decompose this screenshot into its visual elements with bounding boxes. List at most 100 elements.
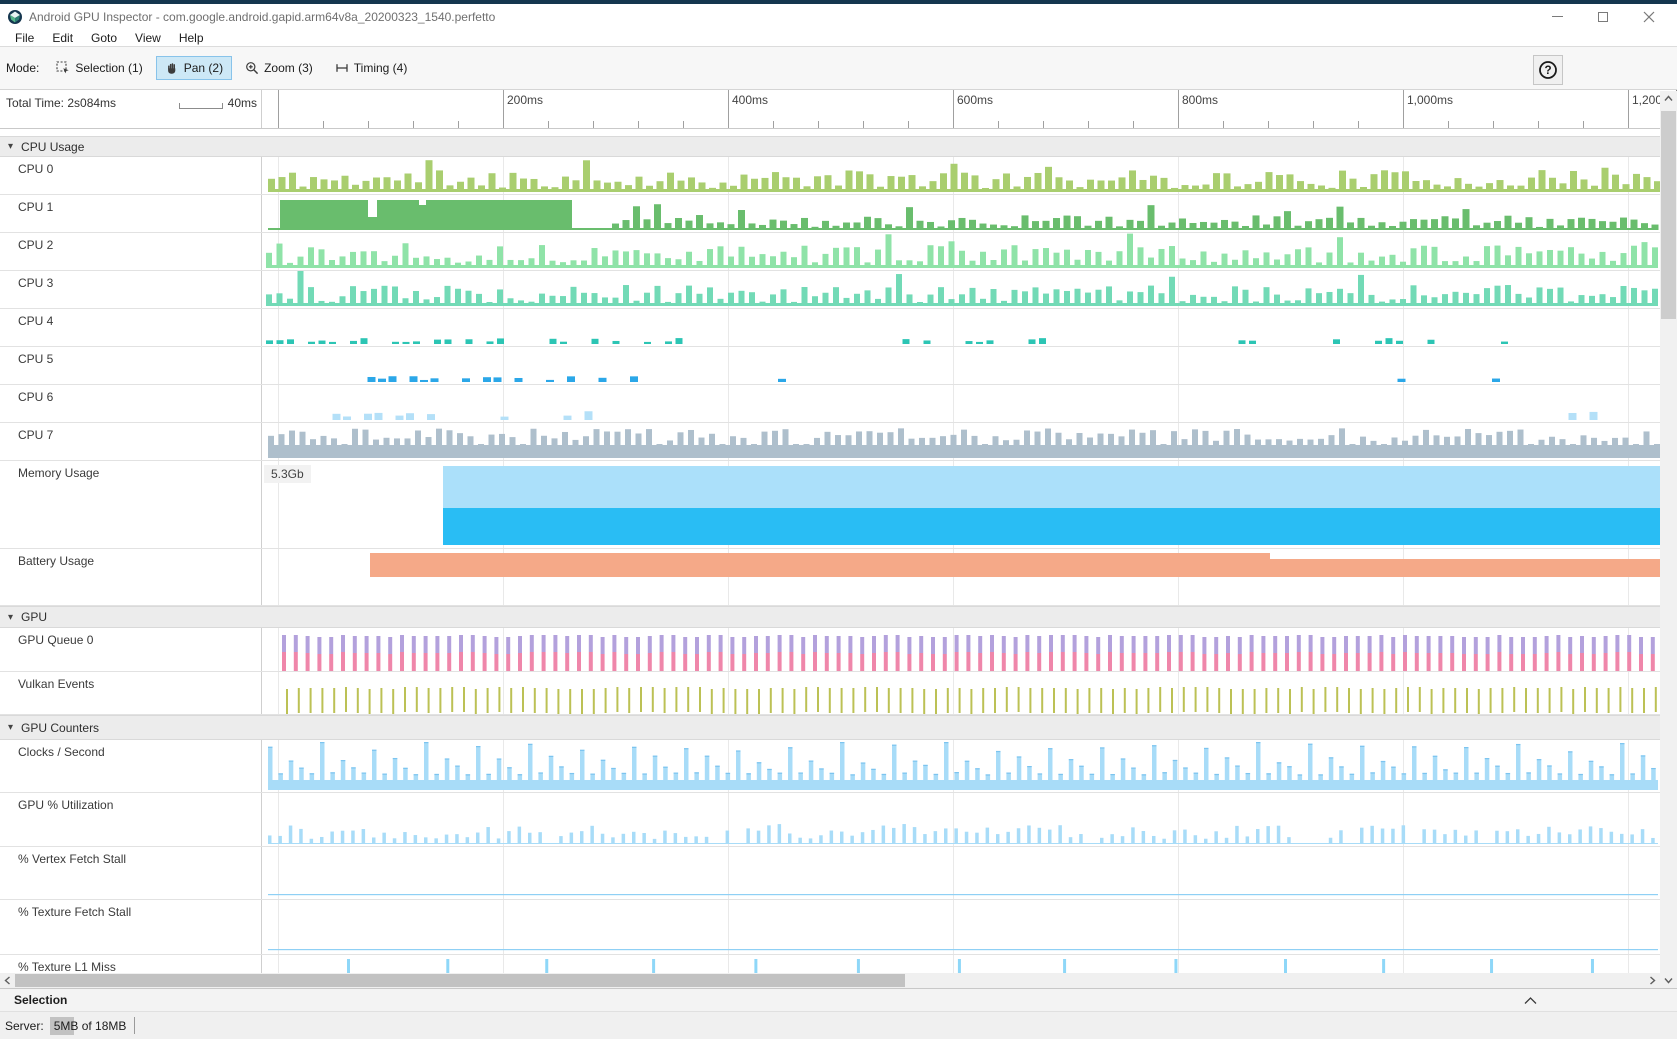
scroll-left-icon[interactable] bbox=[0, 973, 15, 988]
track-label-cpu-0[interactable]: CPU 0 bbox=[0, 157, 262, 194]
section-header-gpu-counters[interactable]: ▾GPU Counters bbox=[0, 715, 1660, 740]
chevron-down-icon[interactable]: ▾ bbox=[8, 612, 13, 623]
track-chart-memory-usage[interactable]: 5.3Gb bbox=[262, 461, 1660, 548]
scroll-up-icon[interactable] bbox=[1660, 91, 1677, 106]
track-row-cpu-2: CPU 2 bbox=[0, 233, 1660, 271]
ruler-minor-tick bbox=[1133, 121, 1134, 128]
chevron-down-icon[interactable]: ▾ bbox=[8, 141, 13, 152]
minimize-button[interactable] bbox=[1541, 6, 1573, 28]
section-label: GPU bbox=[21, 610, 47, 624]
ruler-minor-tick bbox=[323, 121, 324, 128]
ruler-major-tick bbox=[278, 90, 279, 128]
chevron-up-icon bbox=[1524, 997, 1537, 1005]
track-chart-svg-gpu-utilization bbox=[262, 793, 1660, 846]
track-row-texture-fetch-stall: % Texture Fetch Stall bbox=[0, 900, 1660, 955]
mode-label: Mode: bbox=[6, 61, 39, 75]
close-button[interactable] bbox=[1633, 6, 1665, 28]
horizontal-scrollbar[interactable] bbox=[0, 973, 1660, 988]
track-chart-clocks-second[interactable] bbox=[262, 740, 1660, 792]
track-label-battery-usage[interactable]: Battery Usage bbox=[0, 549, 262, 605]
track-chart-svg-battery-usage bbox=[262, 549, 1660, 605]
track-chart-cpu-4[interactable] bbox=[262, 309, 1660, 346]
svg-text:?: ? bbox=[1544, 64, 1551, 77]
memory-value-badge: 5.3Gb bbox=[264, 465, 311, 483]
track-chart-gpu-utilization[interactable] bbox=[262, 793, 1660, 846]
vertical-scrollbar[interactable] bbox=[1660, 91, 1677, 988]
menu-help[interactable]: Help bbox=[170, 30, 213, 46]
menu-edit[interactable]: Edit bbox=[43, 30, 82, 46]
track-chart-gpu-queue-0[interactable] bbox=[262, 628, 1660, 671]
track-chart-cpu-6[interactable] bbox=[262, 385, 1660, 422]
track-label-cpu-3[interactable]: CPU 3 bbox=[0, 271, 262, 308]
track-chart-svg-clocks-second bbox=[262, 740, 1660, 792]
track-label-texture-fetch-stall[interactable]: % Texture Fetch Stall bbox=[0, 900, 262, 954]
ruler-major-tick bbox=[953, 90, 954, 128]
server-memory-value: 5MB of 18MB bbox=[50, 1019, 131, 1033]
ruler-ticks[interactable]: 200ms400ms600ms800ms1,000ms1,200ms bbox=[262, 90, 1660, 128]
ruler-minor-tick bbox=[638, 121, 639, 128]
track-chart-texture-fetch-stall[interactable] bbox=[262, 900, 1660, 954]
timeline-ruler: Total Time: 2s084ms 40ms 200ms400ms600ms… bbox=[0, 90, 1660, 129]
menu-bar: FileEditGotoViewHelp bbox=[0, 29, 1677, 47]
menu-view[interactable]: View bbox=[126, 30, 170, 46]
maximize-button[interactable] bbox=[1587, 6, 1619, 28]
track-row-gpu-utilization: GPU % Utilization bbox=[0, 793, 1660, 847]
help-button[interactable]: ? bbox=[1533, 55, 1563, 85]
track-row-cpu-4: CPU 4 bbox=[0, 309, 1660, 347]
menu-goto[interactable]: Goto bbox=[82, 30, 126, 46]
selection-collapse-button[interactable] bbox=[1524, 994, 1537, 1008]
track-row-texture-l1-miss: % Texture L1 Miss bbox=[0, 955, 1660, 973]
ruler-minor-tick bbox=[818, 121, 819, 128]
track-label-memory-usage[interactable]: Memory Usage bbox=[0, 461, 262, 548]
section-header-cpu-usage[interactable]: ▾CPU Usage bbox=[0, 136, 1660, 157]
track-label-cpu-6[interactable]: CPU 6 bbox=[0, 385, 262, 422]
ruler-time-label: 800ms bbox=[1182, 93, 1218, 107]
track-chart-battery-usage[interactable] bbox=[262, 549, 1660, 605]
mode-button-selection[interactable]: Selection (1) bbox=[47, 56, 151, 80]
track-label-cpu-7[interactable]: CPU 7 bbox=[0, 423, 262, 460]
track-label-gpu-utilization[interactable]: GPU % Utilization bbox=[0, 793, 262, 846]
track-chart-svg-texture-fetch-stall bbox=[262, 900, 1660, 954]
track-chart-texture-l1-miss[interactable] bbox=[262, 955, 1660, 973]
mode-button-label: Zoom (3) bbox=[264, 61, 313, 75]
track-chart-vertex-fetch-stall[interactable] bbox=[262, 847, 1660, 899]
track-list: ▾CPU UsageCPU 0CPU 1CPU 2CPU 3CPU 4CPU 5… bbox=[0, 129, 1660, 973]
ruler-minor-tick bbox=[1358, 121, 1359, 128]
track-chart-cpu-7[interactable] bbox=[262, 423, 1660, 460]
track-chart-cpu-1[interactable] bbox=[262, 195, 1660, 232]
ruler-time-label: 1,200ms bbox=[1632, 93, 1660, 107]
mode-button-zoom[interactable]: Zoom (3) bbox=[236, 56, 322, 80]
ruler-time-label: 400ms bbox=[732, 93, 768, 107]
horizontal-scroll-thumb[interactable] bbox=[15, 974, 905, 987]
track-label-cpu-1[interactable]: CPU 1 bbox=[0, 195, 262, 232]
selection-panel-header[interactable]: Selection bbox=[0, 988, 1677, 1012]
mode-button-pan[interactable]: Pan (2) bbox=[156, 56, 232, 80]
track-label-gpu-queue-0[interactable]: GPU Queue 0 bbox=[0, 628, 262, 671]
track-chart-svg-vulkan-events bbox=[262, 672, 1660, 714]
track-chart-cpu-0[interactable] bbox=[262, 157, 1660, 194]
mode-button-timing[interactable]: Timing (4) bbox=[326, 56, 417, 80]
section-header-gpu[interactable]: ▾ GPU bbox=[0, 606, 1660, 628]
track-chart-cpu-3[interactable] bbox=[262, 271, 1660, 308]
track-label-texture-l1-miss[interactable]: % Texture L1 Miss bbox=[0, 955, 262, 973]
selection-panel-title: Selection bbox=[14, 993, 67, 1007]
ruler-minor-tick bbox=[368, 121, 369, 128]
track-chart-cpu-2[interactable] bbox=[262, 233, 1660, 270]
track-chart-vulkan-events[interactable] bbox=[262, 672, 1660, 714]
ruler-minor-tick bbox=[998, 121, 999, 128]
track-chart-cpu-5[interactable] bbox=[262, 347, 1660, 384]
scroll-right-icon[interactable] bbox=[1645, 973, 1660, 988]
vertical-scroll-thumb[interactable] bbox=[1661, 111, 1676, 319]
track-label-vertex-fetch-stall[interactable]: % Vertex Fetch Stall bbox=[0, 847, 262, 899]
track-label-cpu-2[interactable]: CPU 2 bbox=[0, 233, 262, 270]
ruler-minor-tick bbox=[1448, 121, 1449, 128]
menu-file[interactable]: File bbox=[6, 30, 43, 46]
chevron-down-icon[interactable]: ▾ bbox=[8, 722, 13, 733]
track-label-clocks-second[interactable]: Clocks / Second bbox=[0, 740, 262, 792]
track-label-cpu-4[interactable]: CPU 4 bbox=[0, 309, 262, 346]
track-label-cpu-5[interactable]: CPU 5 bbox=[0, 347, 262, 384]
track-chart-svg-cpu-6 bbox=[262, 385, 1660, 422]
track-label-vulkan-events[interactable]: Vulkan Events bbox=[0, 672, 262, 714]
scroll-down-icon[interactable] bbox=[1660, 973, 1677, 988]
track-row-cpu-7: CPU 7 bbox=[0, 423, 1660, 461]
